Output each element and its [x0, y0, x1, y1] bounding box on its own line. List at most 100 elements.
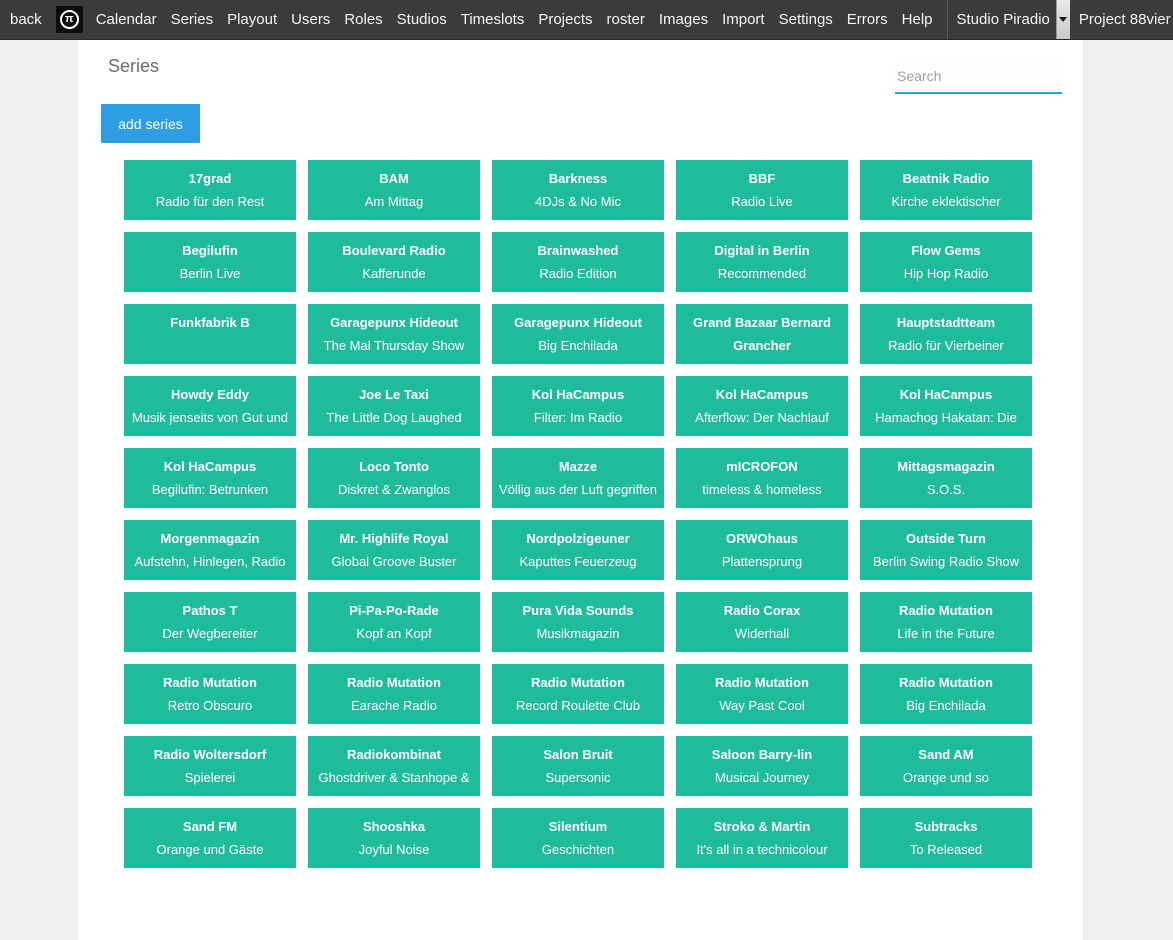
- series-card[interactable]: Morgenmagazin Aufstehn, Hinlegen, Radio: [124, 520, 296, 580]
- series-card[interactable]: Kol HaCampus Afterflow: Der Nachlauf: [676, 376, 848, 436]
- series-card[interactable]: mICROFON timeless & homeless: [676, 448, 848, 508]
- series-card[interactable]: ORWOhaus Plattensprung: [676, 520, 848, 580]
- series-card[interactable]: Kol HaCampus Begilufin: Betrunken: [124, 448, 296, 508]
- nav-item-roster[interactable]: roster: [607, 11, 645, 28]
- series-card[interactable]: Salon Bruit Supersonic: [492, 736, 664, 796]
- series-card[interactable]: Digital in Berlin Recommended: [676, 232, 848, 292]
- series-card[interactable]: Pathos T Der Wegbereiter: [124, 592, 296, 652]
- nav-item-import[interactable]: Import: [722, 11, 765, 28]
- series-card[interactable]: 17grad Radio für den Rest: [124, 160, 296, 220]
- series-card[interactable]: Mr. Highlife Royal Global Groove Buster: [308, 520, 480, 580]
- series-card[interactable]: Mittagsmagazin S.O.S.: [860, 448, 1032, 508]
- series-card[interactable]: Garagepunx Hideout The Mal Thursday Show: [308, 304, 480, 364]
- series-card[interactable]: Saloon Barry-lin Musical Journey: [676, 736, 848, 796]
- series-card[interactable]: Silentium Geschichten: [492, 808, 664, 868]
- series-card-subtitle: S.O.S.: [864, 478, 1028, 502]
- page-title: Series: [108, 56, 159, 77]
- series-card[interactable]: Radio Mutation Record Roulette Club: [492, 664, 664, 724]
- series-card-subtitle: Aufstehn, Hinlegen, Radio: [128, 550, 292, 574]
- series-card[interactable]: Radio Mutation Earache Radio: [308, 664, 480, 724]
- series-card-subtitle: Ghostdriver & Stanhope &: [312, 766, 476, 790]
- series-card[interactable]: Loco Tonto Diskret & Zwanglos: [308, 448, 480, 508]
- series-card-title: Silentium: [496, 815, 660, 838]
- search-input[interactable]: [895, 60, 1062, 94]
- series-card[interactable]: Stroko & Martin It's all in a technicolo…: [676, 808, 848, 868]
- series-card[interactable]: Brainwashed Radio Edition: [492, 232, 664, 292]
- series-card-title: Flow Gems: [864, 239, 1028, 262]
- series-card[interactable]: Sand AM Orange und so: [860, 736, 1032, 796]
- series-card[interactable]: Hauptstadtteam Radio für Vierbeiner: [860, 304, 1032, 364]
- series-card[interactable]: Garagepunx Hideout Big Enchilada: [492, 304, 664, 364]
- nav-item-studios[interactable]: Studios: [397, 11, 447, 28]
- series-card[interactable]: Begilufin Berlin Live: [124, 232, 296, 292]
- nav-item-playout[interactable]: Playout: [227, 11, 277, 28]
- series-card-title: 17grad: [128, 167, 292, 190]
- series-card[interactable]: Outside Turn Berlin Swing Radio Show: [860, 520, 1032, 580]
- series-card[interactable]: Kol HaCampus Filter: Im Radio: [492, 376, 664, 436]
- series-card-subtitle: Kopf an Kopf: [312, 622, 476, 646]
- nav-item-settings[interactable]: Settings: [779, 11, 833, 28]
- series-card[interactable]: Mazze Völlig aus der Luft gegriffen: [492, 448, 664, 508]
- nav-item-timeslots[interactable]: Timeslots: [461, 11, 525, 28]
- series-card-title: Morgenmagazin: [128, 527, 292, 550]
- series-card[interactable]: Funkfabrik B: [124, 304, 296, 364]
- nav-item-series[interactable]: Series: [171, 11, 214, 28]
- series-card[interactable]: Radio Mutation Big Enchilada: [860, 664, 1032, 724]
- add-series-button[interactable]: add series: [101, 104, 200, 143]
- project-select[interactable]: Project 88vier: [1070, 0, 1173, 39]
- series-card[interactable]: Radio Mutation Life in the Future: [860, 592, 1032, 652]
- series-card[interactable]: Radiokombinat Ghostdriver & Stanhope &: [308, 736, 480, 796]
- series-card[interactable]: Nordpolzigeuner Kaputtes Feuerzeug: [492, 520, 664, 580]
- series-card[interactable]: Radio Mutation Retro Obscuro: [124, 664, 296, 724]
- series-card[interactable]: Kol HaCampus Hamachog Hakatan: Die: [860, 376, 1032, 436]
- series-card[interactable]: Boulevard Radio Kafferunde: [308, 232, 480, 292]
- nav-item-errors[interactable]: Errors: [847, 11, 888, 28]
- series-card[interactable]: Joe Le Taxi The Little Dog Laughed: [308, 376, 480, 436]
- series-card[interactable]: Pi-Pa-Po-Rade Kopf an Kopf: [308, 592, 480, 652]
- series-card[interactable]: BBF Radio Live: [676, 160, 848, 220]
- nav-item-users[interactable]: Users: [291, 11, 330, 28]
- series-card[interactable]: Radio Woltersdorf Spielerei: [124, 736, 296, 796]
- series-card-subtitle: 4DJs & No Mic: [496, 190, 660, 214]
- series-card-title: Mittagsmagazin: [864, 455, 1028, 478]
- series-card-subtitle: Geschichten: [496, 838, 660, 862]
- series-card[interactable]: BAM Am Mittag: [308, 160, 480, 220]
- series-card-subtitle: Völlig aus der Luft gegriffen: [496, 478, 660, 502]
- series-card[interactable]: Grand Bazaar Bernard Grancher: [676, 304, 848, 364]
- series-card[interactable]: Flow Gems Hip Hop Radio: [860, 232, 1032, 292]
- series-card-subtitle: Berlin Live: [128, 262, 292, 286]
- series-card-subtitle: Musik jenseits von Gut und: [128, 406, 292, 430]
- nav-item-calendar[interactable]: Calendar: [96, 11, 157, 28]
- studio-select[interactable]: Studio Piradio: [948, 0, 1070, 39]
- nav-item-help[interactable]: Help: [902, 11, 933, 28]
- series-card-title: Nordpolzigeuner: [496, 527, 660, 550]
- series-card[interactable]: Subtracks To Released: [860, 808, 1032, 868]
- series-card[interactable]: Pura Vida Sounds Musikmagazin: [492, 592, 664, 652]
- series-card-subtitle: Kirche eklektischer: [864, 190, 1028, 214]
- series-card-subtitle: Big Enchilada: [864, 694, 1028, 718]
- nav-item-images[interactable]: Images: [659, 11, 708, 28]
- series-card-title: Radio Mutation: [128, 671, 292, 694]
- series-card-title: Kol HaCampus: [864, 383, 1028, 406]
- series-card[interactable]: Sand FM Orange und Gäste: [124, 808, 296, 868]
- piradio-logo-icon[interactable]: π: [56, 6, 83, 33]
- series-card-subtitle: Record Roulette Club: [496, 694, 660, 718]
- series-card-title: ORWOhaus: [680, 527, 844, 550]
- nav-back-link[interactable]: back: [10, 11, 42, 28]
- series-card[interactable]: Barkness 4DJs & No Mic: [492, 160, 664, 220]
- nav-item-roles[interactable]: Roles: [344, 11, 382, 28]
- nav-item-projects[interactable]: Projects: [538, 11, 592, 28]
- series-card-title: Radio Mutation: [680, 671, 844, 694]
- series-card[interactable]: Beatnik Radio Kirche eklektischer: [860, 160, 1032, 220]
- nav-right-group: Studio Piradio Project 88vier Logout mil…: [947, 0, 1173, 39]
- series-card[interactable]: Radio Mutation Way Past Cool: [676, 664, 848, 724]
- series-card[interactable]: Howdy Eddy Musik jenseits von Gut und: [124, 376, 296, 436]
- series-card-title: Pathos T: [128, 599, 292, 622]
- series-card-title: Funkfabrik B: [128, 311, 292, 334]
- series-card-subtitle: Kaputtes Feuerzeug: [496, 550, 660, 574]
- series-card[interactable]: Radio Corax Widerhall: [676, 592, 848, 652]
- series-card-subtitle: It's all in a technicolour: [680, 838, 844, 862]
- series-card-subtitle: The Mal Thursday Show: [312, 334, 476, 358]
- series-card[interactable]: Shooshka Joyful Noise: [308, 808, 480, 868]
- series-card-subtitle: Begilufin: Betrunken: [128, 478, 292, 502]
